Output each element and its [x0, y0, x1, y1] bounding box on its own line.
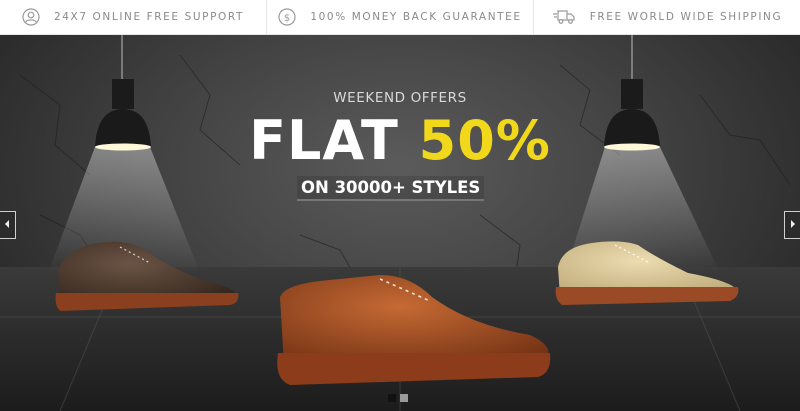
- guarantee-info: $ 100% MONEY BACK GUARANTEE: [267, 0, 534, 34]
- headline-discount: 50%: [418, 109, 551, 172]
- delivery-truck-icon: [552, 9, 576, 25]
- slider-prev-button[interactable]: [0, 211, 16, 239]
- svg-text:$: $: [284, 13, 290, 24]
- offer-headline: FLAT 50%: [0, 109, 800, 172]
- chevron-left-icon: [3, 216, 11, 234]
- offer-subline: ON 30000+ STYLES: [297, 176, 485, 201]
- slider-pagination: [388, 394, 408, 402]
- top-info-bar: 24X7 ONLINE FREE SUPPORT $ 100% MONEY BA…: [0, 0, 800, 35]
- chevron-right-icon: [789, 216, 797, 234]
- hero-banner: WEEKEND OFFERS FLAT 50% ON 30000+ STYLES: [0, 35, 800, 411]
- shipping-label: FREE WORLD WIDE SHIPPING: [589, 11, 783, 23]
- support-label: 24X7 ONLINE FREE SUPPORT: [53, 11, 245, 23]
- slider-dot-2[interactable]: [400, 394, 408, 402]
- slider-dot-1[interactable]: [388, 394, 396, 402]
- slider-next-button[interactable]: [784, 211, 800, 239]
- shipping-info: FREE WORLD WIDE SHIPPING: [534, 0, 800, 34]
- user-circle-icon: [22, 8, 40, 26]
- offer-kicker: WEEKEND OFFERS: [333, 90, 467, 106]
- support-info: 24X7 ONLINE FREE SUPPORT: [0, 0, 267, 34]
- guarantee-label: 100% MONEY BACK GUARANTEE: [310, 11, 522, 23]
- headline-main: FLAT: [249, 109, 419, 172]
- dollar-coin-icon: $: [278, 8, 296, 26]
